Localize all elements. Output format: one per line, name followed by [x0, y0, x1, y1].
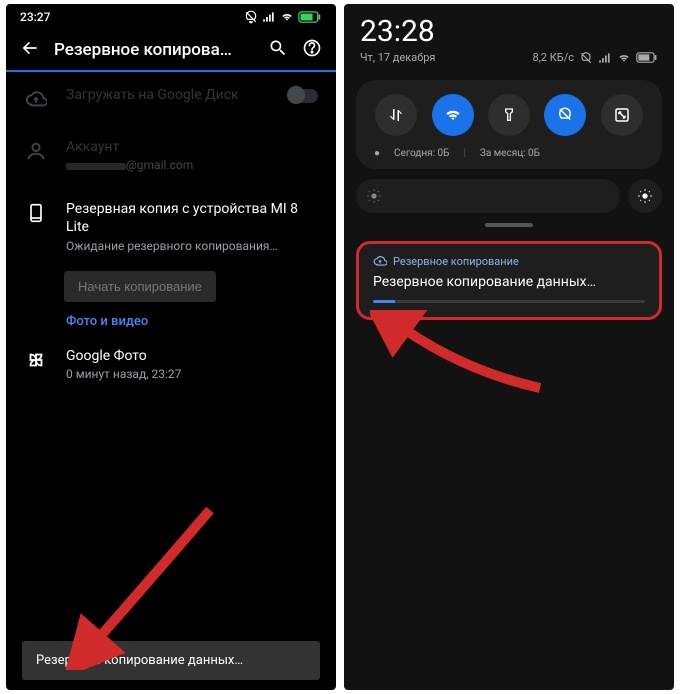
phone-icon [24, 200, 48, 224]
qs-flashlight-toggle[interactable] [488, 94, 530, 136]
notif-app-name: Резервное копирование [393, 255, 519, 268]
cloud-upload-icon [373, 254, 387, 268]
battery-icon [298, 11, 322, 23]
back-button[interactable] [20, 38, 40, 62]
notif-progress [373, 300, 645, 303]
quick-settings-panel: ● Сегодня: 0Б | За месяц: 0Б [356, 80, 662, 169]
device-backup-row[interactable]: Резервная копия с устройства MI 8 Lite О… [6, 186, 336, 266]
page-title: Резервное копирова… [54, 40, 254, 60]
status-icons [244, 11, 322, 23]
signal-icon [262, 11, 276, 23]
help-button[interactable] [302, 38, 322, 62]
brightness-low-icon [366, 188, 382, 204]
usage-dot: ● [374, 148, 380, 159]
settings-header: Резервное копирова… [6, 28, 336, 72]
signal-icon [598, 52, 612, 64]
dnd-icon [579, 52, 593, 64]
brightness-auto-button[interactable] [628, 179, 662, 213]
account-label: Аккаунт [66, 138, 318, 156]
usage-today: Сегодня: 0Б [394, 148, 449, 159]
wifi-icon [617, 52, 631, 64]
status-time: 23:27 [20, 10, 50, 24]
brightness-high-icon [637, 188, 653, 204]
data-usage-row: ● Сегодня: 0Б | За месяц: 0Б [368, 148, 650, 159]
gphotos-title: Google Фото [66, 347, 318, 365]
gphotos-sub: 0 минут назад, 23:27 [66, 367, 318, 381]
net-speed: 8,2 КБ/с [532, 51, 574, 64]
cloud-upload-icon [24, 86, 48, 110]
qs-dnd-toggle[interactable] [544, 94, 586, 136]
dnd-icon [244, 11, 258, 23]
wifi-icon [280, 11, 294, 23]
phone-left-settings: 23:27 Резервное копирова… Загружать на G… [6, 4, 336, 690]
device-sub: Ожидание резервного копирования… [66, 239, 318, 253]
qs-screenshot-toggle[interactable] [601, 94, 643, 136]
status-bar: 23:27 [6, 4, 336, 28]
usage-month: За месяц: 0Б [480, 148, 540, 159]
shade-time: 23:28 [360, 14, 658, 49]
upload-drive-label: Загружать на Google Диск [66, 86, 270, 104]
qs-wifi-toggle[interactable] [432, 94, 474, 136]
notif-title: Резервное копирование данных… [373, 274, 645, 290]
backup-toast: Резервное копирование данных… [22, 641, 320, 680]
search-button[interactable] [268, 38, 288, 62]
upload-toggle[interactable] [288, 89, 318, 103]
shade-status-icons: 8,2 КБ/с [532, 51, 658, 64]
battery-icon [636, 52, 658, 64]
shade-date: Чт, 17 декабря [360, 51, 435, 64]
account-email: @gmail.com [126, 158, 193, 172]
section-photo-video: Фото и видео [6, 302, 336, 333]
device-title: Резервная копия с устройства MI 8 Lite [66, 200, 318, 236]
account-row[interactable]: Аккаунт @gmail.com [6, 124, 336, 186]
google-photos-row[interactable]: Google Фото 0 минут назад, 23:27 [6, 333, 336, 395]
phone-right-shade: 23:28 Чт, 17 декабря 8,2 КБ/с ● Сегодня:… [344, 4, 674, 690]
shade-header: 23:28 Чт, 17 декабря 8,2 КБ/с [344, 4, 674, 70]
upload-drive-row[interactable]: Загружать на Google Диск [6, 72, 336, 124]
qs-data-toggle[interactable] [375, 94, 417, 136]
backup-notification[interactable]: Резервное копирование Резервное копирова… [356, 241, 662, 320]
start-backup-button[interactable]: Начать копирование [64, 271, 216, 302]
shade-handle[interactable] [485, 223, 533, 227]
google-photos-icon [24, 347, 48, 371]
account-icon [24, 138, 48, 162]
brightness-slider[interactable] [356, 179, 662, 213]
